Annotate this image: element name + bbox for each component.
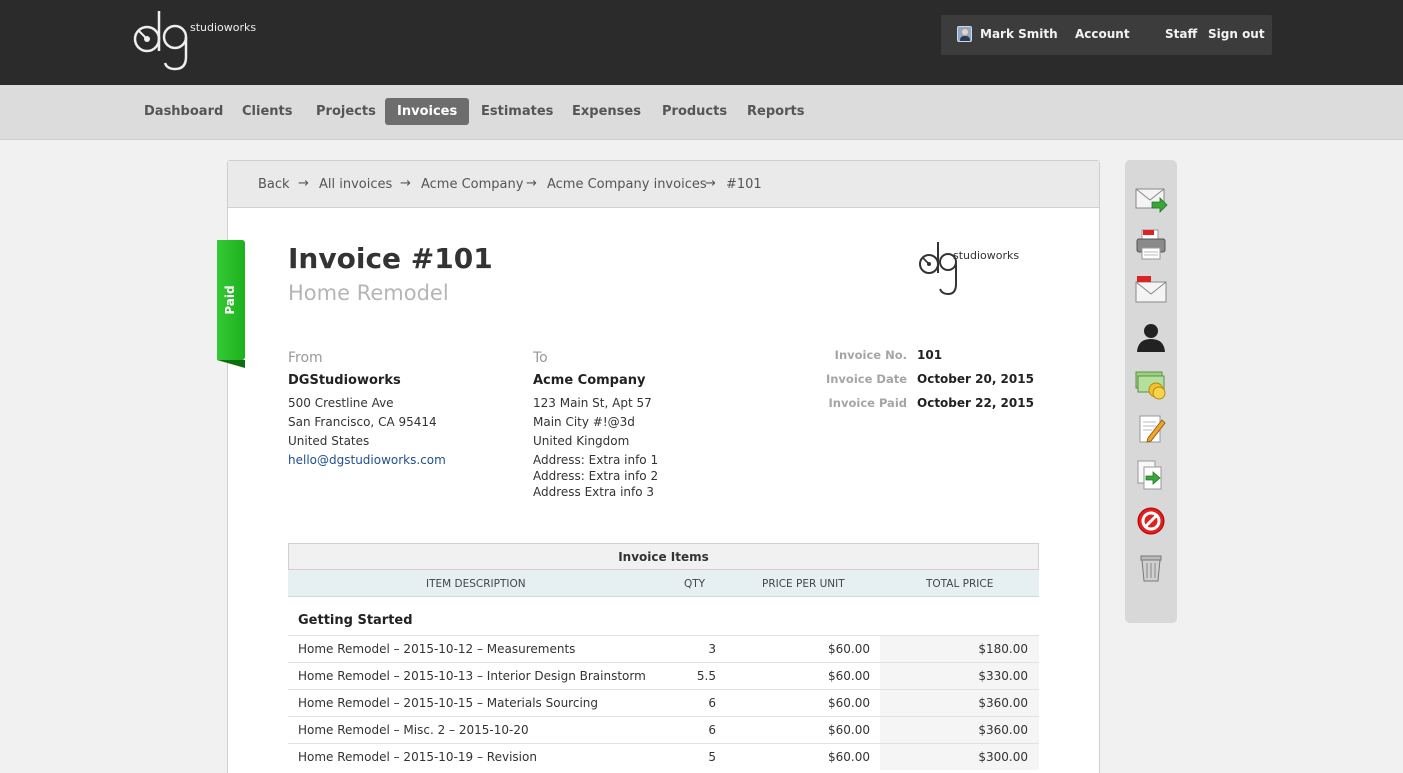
nav-products[interactable]: Products (650, 98, 739, 125)
nav-reports[interactable]: Reports (735, 98, 816, 125)
breadcrumb-all-invoices[interactable]: All invoices (319, 177, 392, 192)
breadcrumb-client-invoices[interactable]: Acme Company invoices (547, 177, 707, 192)
sign-out-link[interactable]: Sign out (1208, 27, 1265, 41)
table-row: Home Remodel – 2015-10-12 – Measurements… (288, 635, 1039, 662)
from-address-line: 500 Crestline Ave (288, 396, 394, 410)
items-table-header: ITEM DESCRIPTION QTY PRICE PER UNIT TOTA… (288, 570, 1039, 597)
item-qty: 5.5 (696, 669, 716, 683)
item-price: $60.00 (828, 696, 870, 710)
cancel-icon[interactable] (1134, 504, 1168, 538)
logo-text: studioworks (953, 249, 1020, 262)
to-address-line: Main City #!@3d (533, 415, 635, 429)
table-row: Home Remodel – 2015-10-13 – Interior Des… (288, 662, 1039, 689)
item-description: Home Remodel – 2015-10-19 – Revision (298, 750, 537, 764)
breadcrumb-back[interactable]: Back (258, 177, 290, 192)
status-label: Paid (223, 285, 237, 315)
nav-estimates[interactable]: Estimates (469, 98, 565, 125)
invoice-number-value: 101 (917, 348, 943, 362)
to-address-line: Address: Extra info 2 (533, 469, 659, 483)
brand-logo[interactable]: studioworks (131, 9, 261, 73)
invoice-project: Home Remodel (288, 281, 449, 305)
from-heading: From (288, 350, 323, 366)
item-total: $180.00 (978, 642, 1028, 656)
item-price: $60.00 (828, 750, 870, 764)
client-icon[interactable] (1134, 320, 1168, 354)
invoice-number-label: Invoice No. (834, 348, 907, 362)
from-address-line: San Francisco, CA 95414 (288, 415, 437, 429)
breadcrumb-separator: → (705, 176, 716, 191)
pdf-print-icon[interactable] (1134, 228, 1168, 262)
item-qty: 5 (708, 750, 716, 764)
breadcrumb-current: #101 (726, 177, 762, 192)
item-total: $300.00 (978, 750, 1028, 764)
column-header-qty: QTY (684, 578, 706, 590)
nav-clients[interactable]: Clients (230, 98, 304, 125)
nav-expenses[interactable]: Expenses (560, 98, 653, 125)
from-address-line: United States (288, 434, 370, 448)
top-bar: studioworks Mark Smith Account Staff Sig… (0, 0, 1403, 85)
column-header-total: TOTAL PRICE (926, 578, 994, 590)
paid-status-ribbon: Paid (217, 240, 245, 368)
item-qty: 3 (708, 642, 716, 656)
item-total: $360.00 (978, 723, 1028, 737)
user-menu: Mark Smith Account Staff Sign out (941, 15, 1272, 55)
breadcrumb-separator: → (526, 176, 537, 191)
item-description: Home Remodel – 2015-10-15 – Materials So… (298, 696, 598, 710)
to-name: Acme Company (533, 373, 646, 388)
items-table-title: Invoice Items (288, 543, 1039, 570)
breadcrumb-client[interactable]: Acme Company (421, 177, 523, 192)
from-email-link[interactable]: hello@dgstudioworks.com (288, 453, 446, 467)
invoice-actions-panel (1125, 160, 1177, 623)
item-price: $60.00 (828, 642, 870, 656)
to-address-line: 123 Main St, Apt 57 (533, 396, 652, 410)
logo-mark-icon (919, 242, 957, 296)
payment-icon[interactable] (1134, 366, 1168, 400)
email-send-icon[interactable] (1134, 182, 1168, 216)
to-heading: To (533, 350, 548, 366)
edit-icon[interactable] (1134, 412, 1168, 446)
account-link[interactable]: Account (1075, 27, 1130, 41)
item-description: Home Remodel – 2015-10-12 – Measurements (298, 642, 576, 656)
breadcrumb-separator: → (400, 176, 411, 191)
item-qty: 6 (708, 723, 716, 737)
item-qty: 6 (708, 696, 716, 710)
item-price: $60.00 (828, 669, 870, 683)
pdf-email-icon[interactable] (1134, 274, 1168, 308)
invoice-date-label: Invoice Date (825, 372, 907, 386)
nav-projects[interactable]: Projects (304, 98, 388, 125)
nav-dashboard[interactable]: Dashboard (132, 98, 235, 125)
user-profile-link[interactable]: Mark Smith (980, 27, 1058, 41)
breadcrumb-separator: → (298, 176, 309, 191)
invoice-paid-label: Invoice Paid (828, 396, 907, 410)
nav-invoices[interactable]: Invoices (385, 98, 470, 125)
invoice-paid-value: October 22, 2015 (917, 396, 1034, 410)
column-header-price: PRICE PER UNIT (762, 578, 845, 590)
item-total: $360.00 (978, 696, 1028, 710)
item-description: Home Remodel – Misc. 2 – 2015-10-20 (298, 723, 529, 737)
main-nav: Dashboard Clients Projects Invoices Esti… (0, 85, 1403, 140)
item-description: Home Remodel – 2015-10-13 – Interior Des… (298, 669, 646, 683)
invoice-date-value: October 20, 2015 (917, 372, 1034, 386)
to-address-line: Address: Extra info 1 (533, 453, 659, 467)
invoice-title: Invoice #101 (288, 242, 493, 275)
table-row: Home Remodel – 2015-10-15 – Materials So… (288, 689, 1039, 716)
column-header-description: ITEM DESCRIPTION (426, 578, 526, 590)
breadcrumb: Back → All invoices → Acme Company → Acm… (228, 161, 1099, 208)
logo-mark-icon (133, 11, 188, 71)
to-address-line: Address Extra info 3 (533, 485, 655, 499)
staff-link[interactable]: Staff (1165, 27, 1197, 41)
from-name: DGStudioworks (288, 373, 401, 388)
to-address-line: United Kingdom (533, 434, 630, 448)
table-row: Home Remodel – Misc. 2 – 2015-10-20 6 $6… (288, 716, 1039, 743)
trash-icon[interactable] (1134, 550, 1168, 584)
item-group-title: Getting Started (298, 613, 413, 628)
item-price: $60.00 (828, 723, 870, 737)
item-total: $330.00 (978, 669, 1028, 683)
invoice-logo: studioworks (918, 236, 1043, 300)
user-avatar-icon (957, 26, 972, 42)
duplicate-icon[interactable] (1134, 458, 1168, 492)
logo-text: studioworks (190, 21, 257, 34)
table-row: Home Remodel – 2015-10-19 – Revision 5 $… (288, 743, 1039, 770)
